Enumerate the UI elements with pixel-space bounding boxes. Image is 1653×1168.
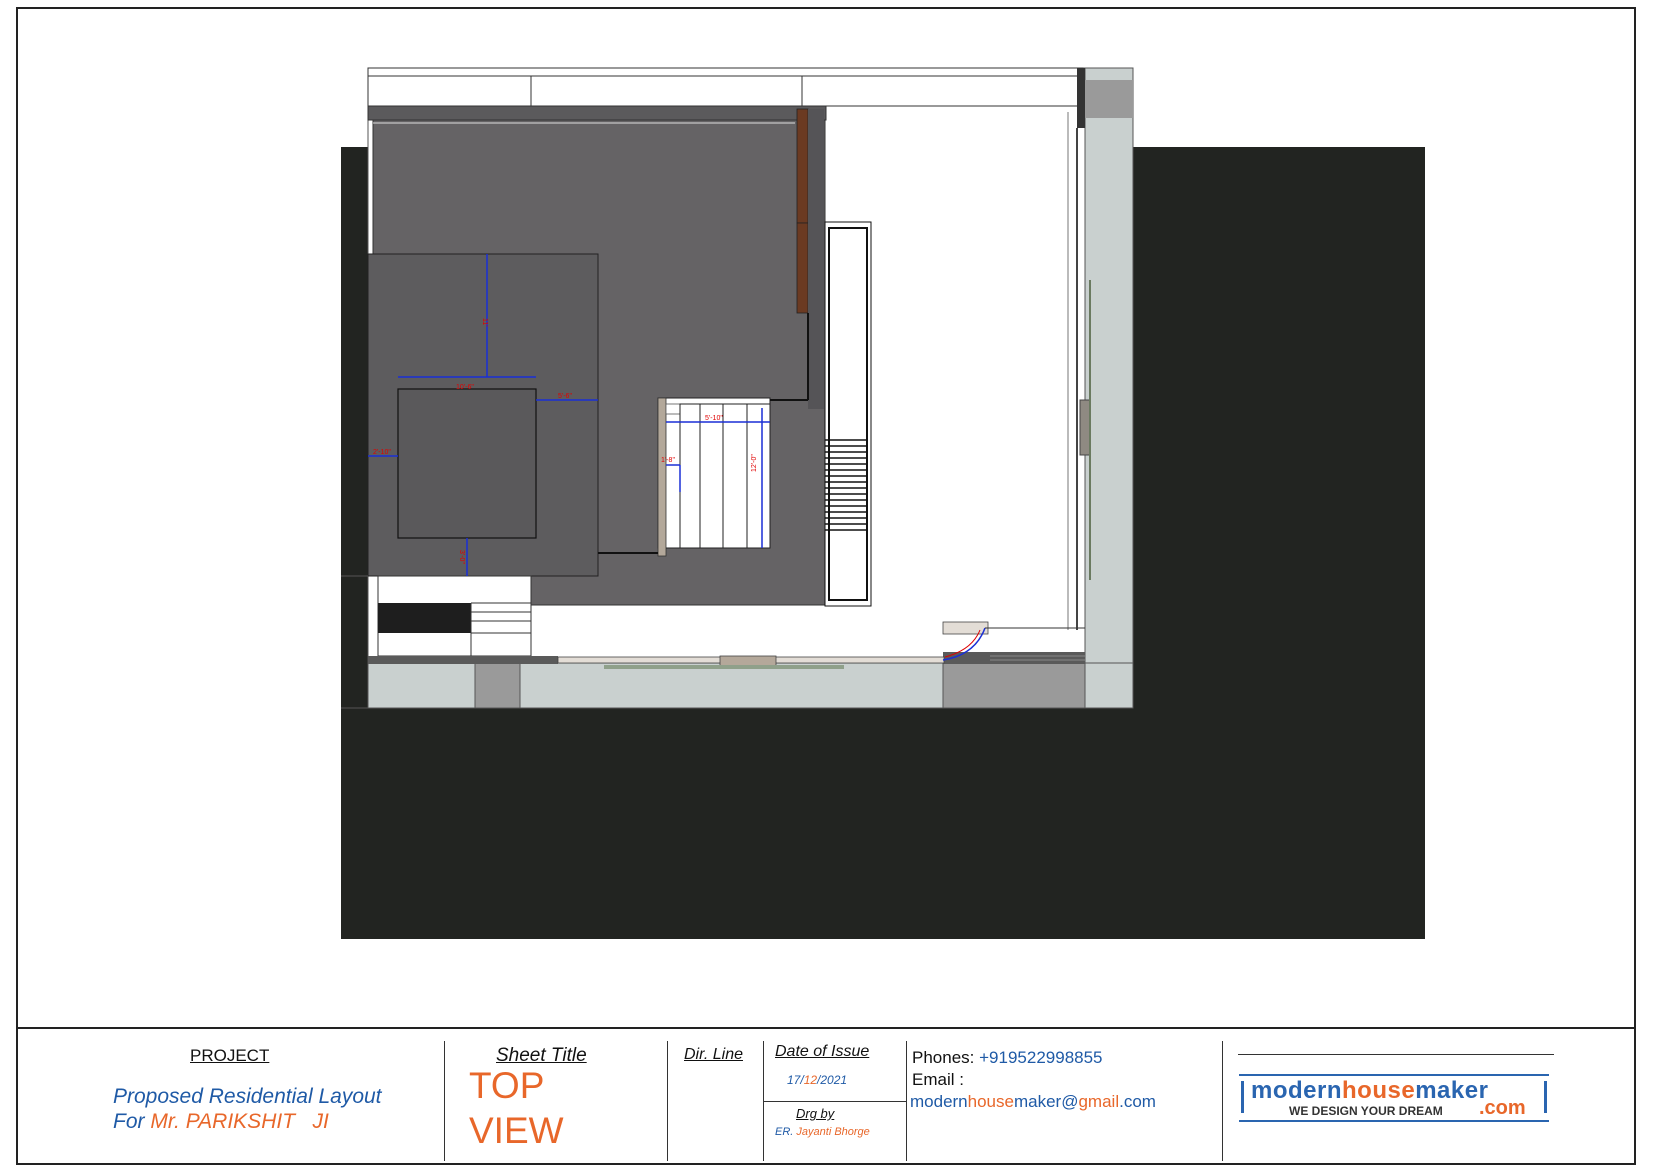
wood-strip-1 xyxy=(796,108,809,224)
dim-label-2: 10'-6" xyxy=(456,384,474,391)
logo-wordmark: modernhousemaker xyxy=(1251,1077,1488,1105)
project-label: PROJECT xyxy=(190,1046,270,1065)
phone-line: Phones: +919522998855 xyxy=(912,1048,1103,1068)
balcony xyxy=(824,221,872,607)
logo-tagline: WE DESIGN YOUR DREAM xyxy=(1289,1104,1443,1118)
dim-label-1: 11' xyxy=(481,318,488,327)
divider xyxy=(444,1041,445,1161)
date-month: 12 xyxy=(803,1073,818,1087)
divider xyxy=(1222,1041,1223,1161)
dim-label-6: 5'-10" xyxy=(705,415,723,422)
sheet-title-line1: TOP xyxy=(469,1065,545,1106)
drawn-by: ER. Jayanti Bhorge xyxy=(775,1126,870,1138)
top-parapet xyxy=(367,67,1084,107)
sheet-title-line2: VIEW xyxy=(469,1110,564,1151)
email-address[interactable]: modernhousemaker@gmail.com xyxy=(910,1092,1156,1112)
divider xyxy=(763,1101,906,1102)
issue-date: 17/12/2021 xyxy=(787,1073,847,1087)
drg-by-label: Drg by xyxy=(796,1106,835,1121)
project-name: Proposed Residential Layout xyxy=(113,1085,382,1108)
right-wall xyxy=(1084,67,1134,709)
overhead-tank xyxy=(397,388,537,539)
logo-suffix: .com xyxy=(1479,1097,1526,1119)
dim-label-8: 12'-0" xyxy=(751,454,758,472)
dim-label-4: 2'-10" xyxy=(373,449,391,456)
client-line: For Mr. PARIKSHIT JI xyxy=(113,1110,329,1134)
wood-strip-2 xyxy=(796,222,809,314)
logo-rule xyxy=(1238,1054,1554,1055)
date-year: /2021 xyxy=(817,1073,848,1087)
dim-label-7: 1'-8" xyxy=(661,457,675,464)
client-name: Mr. PARIKSHIT JI xyxy=(150,1110,329,1133)
email-part: house xyxy=(967,1092,1014,1111)
dim-label-5: 3'-0" xyxy=(458,550,465,564)
email-label: Email : xyxy=(912,1070,964,1089)
date-label: Date of Issue xyxy=(775,1043,870,1060)
company-logo: modernhousemaker WE DESIGN YOUR DREAM .c… xyxy=(1239,1071,1549,1123)
dim-label-3: 5'-6" xyxy=(558,393,572,400)
email-part: gmail xyxy=(1078,1092,1120,1111)
top-view-drawing: 11' 10'-6" 5'-6" 2'-10" 3'-0" 5'-10" 1'-… xyxy=(341,67,1425,939)
email-part: modern xyxy=(910,1092,968,1111)
dir-line-label: Dir. Line xyxy=(684,1046,743,1063)
phones-label: Phones: xyxy=(912,1048,975,1067)
sheet-title-label: Sheet Title xyxy=(496,1045,587,1066)
client-prefix: For xyxy=(113,1110,145,1133)
drg-by-name: Jayanti Bhorge xyxy=(796,1126,870,1138)
divider xyxy=(667,1041,668,1161)
phone-number[interactable]: +919522998855 xyxy=(979,1048,1102,1067)
date-day: 17/ xyxy=(787,1073,804,1087)
logo-part: maker xyxy=(1415,1077,1489,1104)
logo-part: house xyxy=(1342,1077,1416,1104)
title-block-divider xyxy=(16,1027,1636,1029)
email-part: maker@ xyxy=(1013,1092,1079,1111)
divider xyxy=(906,1041,907,1161)
logo-part: modern xyxy=(1251,1077,1343,1104)
email-part: .com xyxy=(1119,1092,1156,1111)
drg-by-prefix: ER. xyxy=(775,1126,794,1138)
